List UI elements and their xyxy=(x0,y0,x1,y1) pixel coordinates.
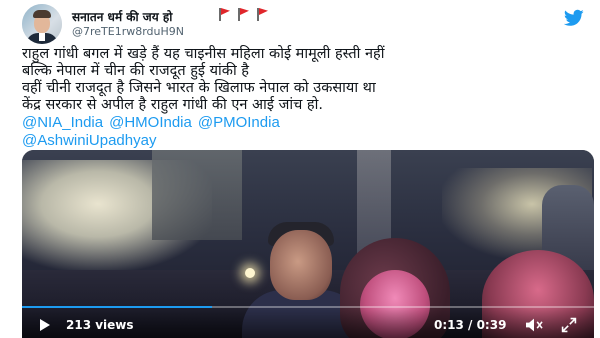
user-handle[interactable]: @7reTE1rw8rduH9N xyxy=(72,25,184,38)
tweet-line: वहीं चीनी राजदूत है जिसने भारत के खिलाफ … xyxy=(22,80,376,96)
tweet-text: राहुल गांधी बगल में खड़े हैं यह चाइनीस म… xyxy=(22,46,592,149)
red-flag-icon xyxy=(256,8,268,21)
twitter-bird-icon[interactable] xyxy=(564,9,584,27)
mute-icon[interactable] xyxy=(524,317,544,333)
flags xyxy=(218,8,268,21)
play-icon[interactable] xyxy=(40,319,50,331)
avatar[interactable] xyxy=(22,4,62,44)
video-player[interactable]: 213 views 0:13 / 0:39 xyxy=(22,150,594,338)
mention-link[interactable]: @PMOIndia xyxy=(198,114,280,132)
mentions-row: @NIA_India @HMOIndia @PMOIndia xyxy=(22,114,592,132)
red-flag-icon xyxy=(237,8,249,21)
tweet-line: राहुल गांधी बगल में खड़े हैं यह चाइनीस म… xyxy=(22,46,385,62)
tweet-line: बल्कि नेपाल में चीन की राजदूत हुई यांकी … xyxy=(22,63,250,79)
mention-link[interactable]: @HMOIndia xyxy=(109,114,192,132)
expand-icon[interactable] xyxy=(560,317,578,333)
red-flag-icon xyxy=(218,8,230,21)
view-count: 213 views xyxy=(66,318,134,332)
video-controls: 213 views 0:13 / 0:39 xyxy=(22,308,594,338)
tweet-card: सनातन धर्म की जय हो @7reTE1rw8rduH9N राह… xyxy=(0,0,600,338)
mention-link[interactable]: @NIA_India xyxy=(22,114,103,132)
tweet-line: केंद्र सरकार से अपील है राहुल गांधी की ए… xyxy=(22,97,323,113)
display-name[interactable]: सनातन धर्म की जय हो xyxy=(72,8,172,25)
mention-link[interactable]: @AshwiniUpadhyay xyxy=(22,132,592,150)
video-time: 0:13 / 0:39 xyxy=(434,318,507,332)
